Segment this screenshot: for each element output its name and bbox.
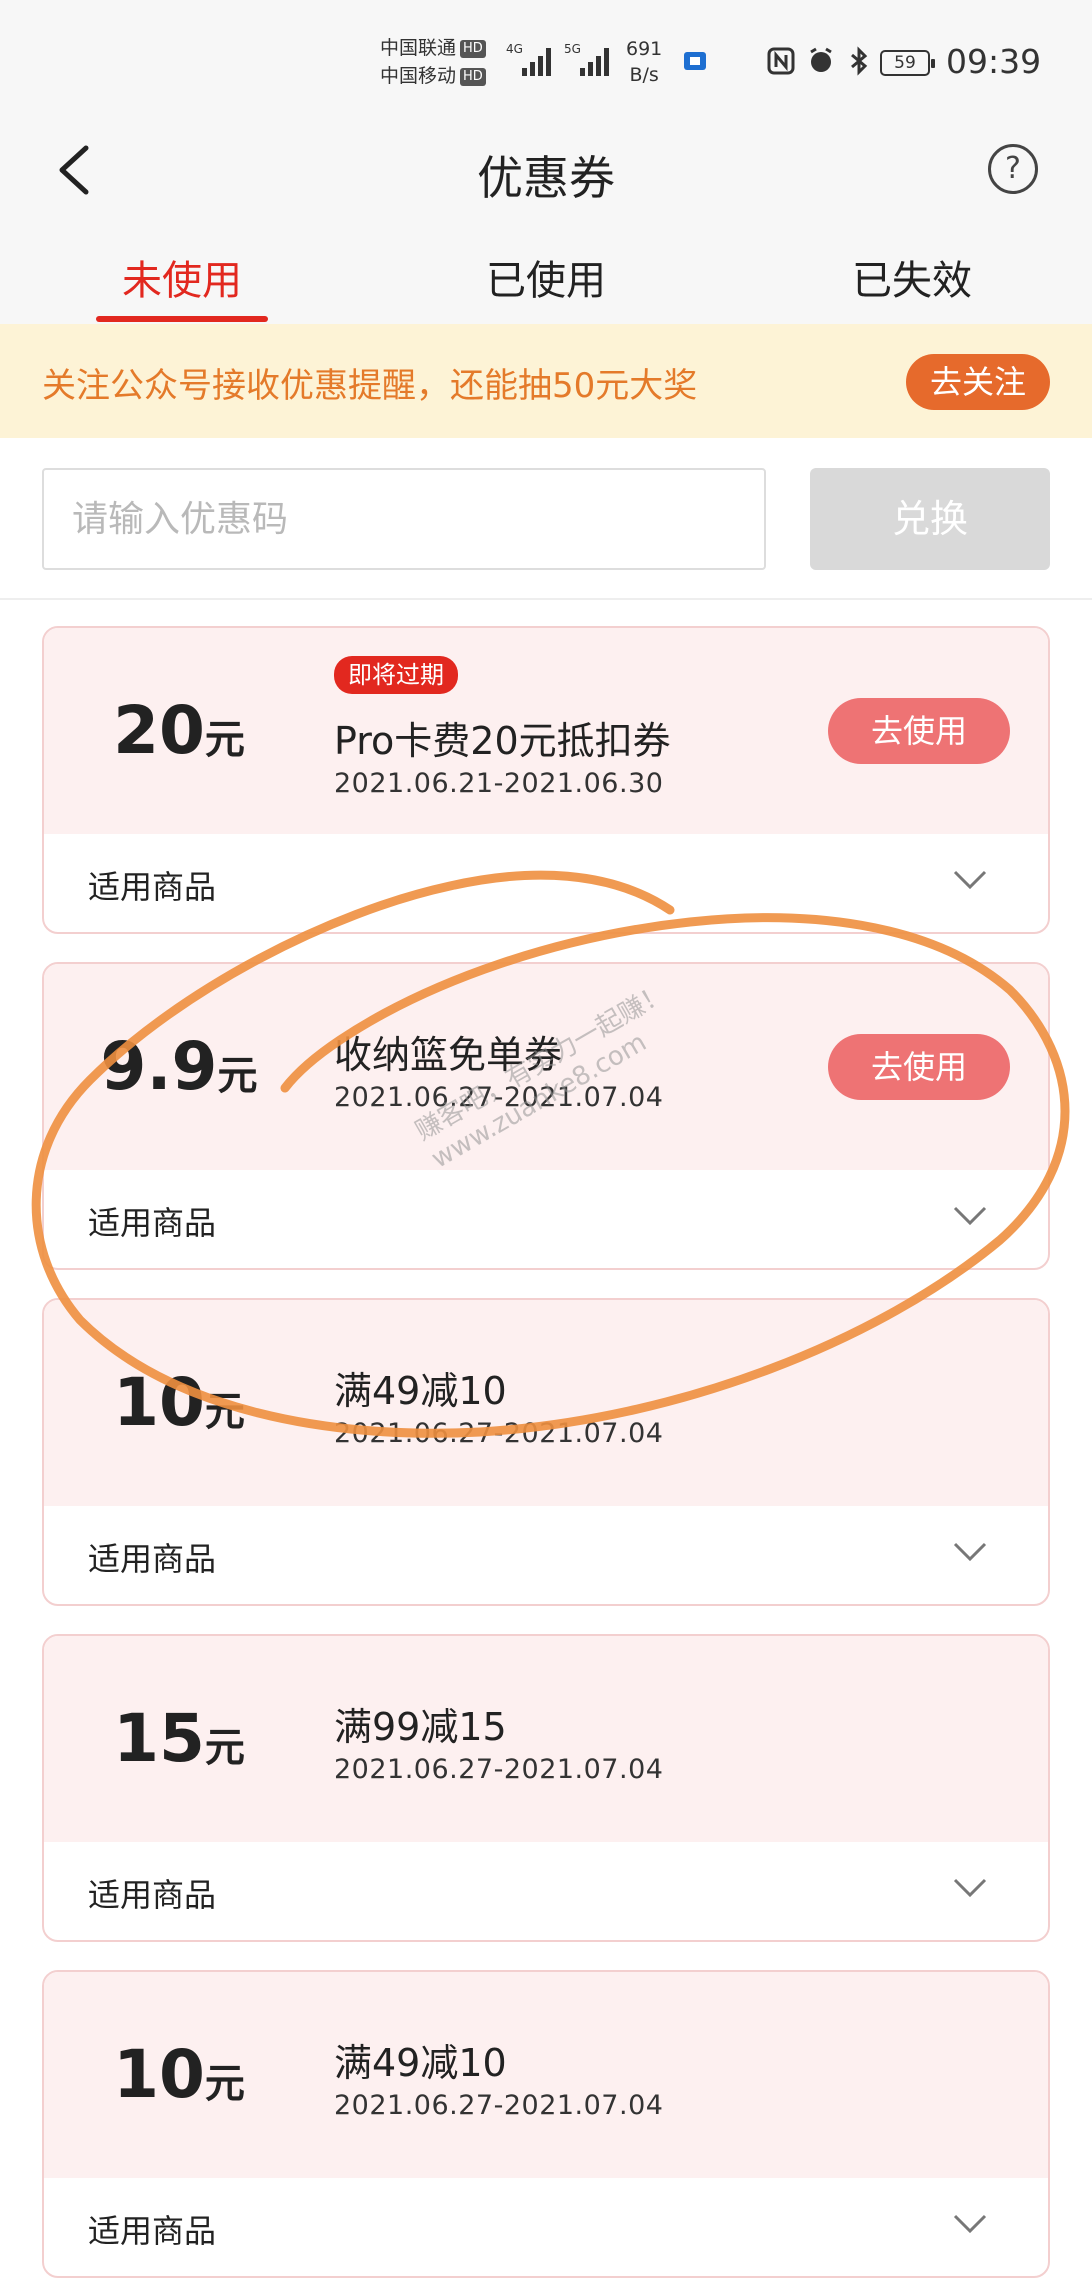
coupon-name: 满99减15 [334,1705,507,1749]
signal-icon [580,46,614,76]
signal-icon [522,46,556,76]
use-coupon-button[interactable]: 去使用 [828,698,1010,764]
coupon-code-input[interactable] [42,468,766,570]
applicable-products-row[interactable]: 适用商品 [44,1842,1048,1940]
coupon-validity: 2021.06.27-2021.07.04 [334,1754,664,1785]
coupon-body: 9.9元 收纳篮免单券 2021.06.27-2021.07.04 去使用 [44,964,1048,1170]
hd-badge: HD [460,67,486,86]
coupon-name: 收纳篮免单券 [334,1033,563,1077]
tab-expired[interactable]: 已失效 [792,248,1032,306]
applicable-products-row[interactable]: 适用商品 [44,1170,1048,1268]
coupon-card: 9.9元 收纳篮免单券 2021.06.27-2021.07.04 去使用 适用… [42,962,1050,1270]
alarm-icon [810,47,832,72]
coupon-amount: 15元 [113,1700,245,1777]
applicable-products-label: 适用商品 [88,868,217,906]
applicable-products-label: 适用商品 [88,1204,217,1242]
coupon-amount: 9.9元 [100,1028,258,1105]
hd-badge: HD [460,39,486,58]
chevron-down-icon[interactable] [952,868,988,892]
net-speed: 691 B/s [626,38,663,86]
carrier-2: 中国移动 [380,65,457,87]
banner-text: 关注公众号接收优惠提醒，还能抽50元大奖 [42,366,698,406]
coupon-body: 15元 满99减15 2021.06.27-2021.07.04 [44,1636,1048,1842]
coupon-validity: 2021.06.27-2021.07.04 [334,2090,664,2121]
coupon-code-row: 兑换 [0,438,1092,600]
coupon-card: 20元 即将过期 Pro卡费20元抵扣券 2021.06.21-2021.06.… [42,626,1050,934]
chevron-down-icon[interactable] [952,2212,988,2236]
follow-button[interactable]: 去关注 [906,354,1050,410]
applicable-products-label: 适用商品 [88,1876,217,1914]
page-title: 优惠券 [477,151,615,205]
applicable-products-row[interactable]: 适用商品 [44,834,1048,932]
nfc-icon [767,47,795,75]
carrier-1: 中国联通 [380,37,457,59]
chevron-down-icon[interactable] [952,1540,988,1564]
coupon-tabs: 未使用 已使用 已失效 [0,240,1092,324]
tab-used[interactable]: 已使用 [426,248,666,306]
battery-icon: 59 [880,50,935,76]
coupon-body: 20元 即将过期 Pro卡费20元抵扣券 2021.06.21-2021.06.… [44,628,1048,834]
applicable-products-label: 适用商品 [88,2212,217,2250]
chevron-down-icon[interactable] [952,1204,988,1228]
carrier-info: 中国联通 HD 中国移动 HD [380,34,486,90]
applicable-products-label: 适用商品 [88,1540,217,1578]
follow-banner: 关注公众号接收优惠提醒，还能抽50元大奖 去关注 [0,324,1092,438]
coupon-body: 10元 满49减10 2021.06.27-2021.07.04 [44,1300,1048,1506]
redeem-button[interactable]: 兑换 [810,468,1050,570]
coupon-name: Pro卡费20元抵扣券 [334,719,671,763]
applicable-products-row[interactable]: 适用商品 [44,1506,1048,1604]
chevron-down-icon[interactable] [952,1876,988,1900]
coupon-amount: 20元 [113,692,245,769]
use-coupon-button[interactable]: 去使用 [828,1034,1010,1100]
coupon-validity: 2021.06.27-2021.07.04 [334,1082,664,1113]
coupon-card: 10元 满49减10 2021.06.27-2021.07.04 适用商品 [42,1298,1050,1606]
help-icon[interactable]: ? [988,144,1038,194]
expiring-badge: 即将过期 [334,656,458,694]
clock: 09:39 [946,42,1042,81]
coupon-name: 满49减10 [334,1369,507,1413]
app-header: 优惠券 ? [0,120,1092,240]
tab-unused[interactable]: 未使用 [62,248,302,306]
app-notification-icon [684,52,706,70]
network-type-5g: 5G [564,42,581,56]
network-type-4g: 4G [506,42,523,56]
coupon-amount: 10元 [113,2036,245,2113]
coupon-validity: 2021.06.21-2021.06.30 [334,768,664,799]
coupon-amount: 10元 [113,1364,245,1441]
coupon-name: 满49减10 [334,2041,507,2085]
status-bar: 中国联通 HD 中国移动 HD 4G 5G 691 B/s 59 09:39 [0,0,1092,120]
coupon-card: 15元 满99减15 2021.06.27-2021.07.04 适用商品 [42,1634,1050,1942]
applicable-products-row[interactable]: 适用商品 [44,2178,1048,2276]
coupon-validity: 2021.06.27-2021.07.04 [334,1418,664,1449]
bluetooth-icon [851,46,868,76]
coupon-card: 10元 满49减10 2021.06.27-2021.07.04 适用商品 [42,1970,1050,2278]
active-tab-indicator [96,316,268,322]
coupon-body: 10元 满49减10 2021.06.27-2021.07.04 [44,1972,1048,2178]
